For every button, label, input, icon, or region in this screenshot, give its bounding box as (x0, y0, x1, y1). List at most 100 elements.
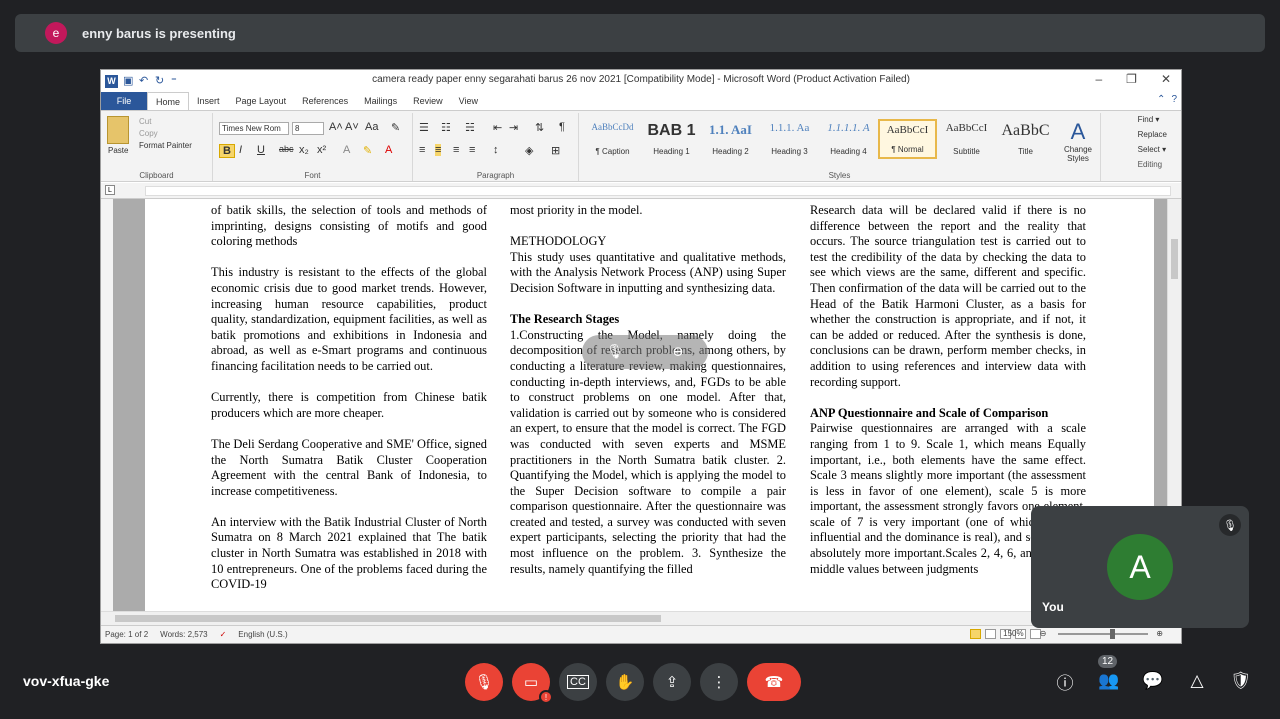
align-left-icon[interactable]: ≡ (419, 144, 425, 156)
minimize-ribbon-icon[interactable]: ⌃ (1157, 94, 1165, 105)
show-formatting-icon[interactable]: ¶ (559, 121, 565, 133)
raise-hand-button[interactable]: ✋ (606, 663, 644, 701)
sort-icon[interactable]: ⇅ (535, 121, 544, 134)
tab-view[interactable]: View (451, 92, 486, 110)
page-count[interactable]: Page: 1 of 2 (105, 630, 148, 639)
status-bar: Page: 1 of 2 Words: 2,573 ✓ English (U.S… (101, 625, 1181, 643)
paste-button[interactable]: Paste (108, 146, 128, 155)
highlight-icon[interactable]: ✎ (363, 144, 372, 157)
bold-button[interactable]: B (219, 144, 235, 158)
line-spacing-icon[interactable]: ↕ (493, 144, 499, 156)
close-button[interactable]: ✕ (1161, 72, 1171, 86)
redo-icon[interactable]: ↻ (155, 75, 166, 87)
style-caption[interactable]: AaBbCcDd ¶ Caption (583, 119, 642, 159)
cut-button[interactable]: Cut (139, 117, 192, 126)
zoom-level[interactable]: 150% (1003, 629, 1023, 638)
horizontal-scrollbar[interactable] (101, 611, 1181, 625)
align-center-icon[interactable]: ≡ (435, 144, 442, 156)
font-name-select[interactable]: Times New Rom (219, 122, 289, 135)
style-title[interactable]: AaBbC Title (996, 119, 1055, 159)
tab-review[interactable]: Review (405, 92, 451, 110)
tab-insert[interactable]: Insert (189, 92, 228, 110)
zoom-in-button[interactable]: ⊕ (1156, 629, 1163, 638)
style-heading-1[interactable]: BAB 1 Heading 1 (642, 119, 701, 159)
clear-format-icon[interactable]: ✎ (391, 121, 400, 134)
style-heading-4[interactable]: 1.1.1.1. A Heading 4 (819, 119, 878, 159)
help-icon[interactable]: ? (1171, 94, 1177, 105)
captions-button[interactable]: CC (559, 663, 597, 701)
style-subtitle[interactable]: AaBbCcI Subtitle (937, 119, 996, 159)
text-effects-icon[interactable]: A (343, 144, 350, 156)
select-button[interactable]: Select ▾ (1138, 145, 1167, 154)
save-icon[interactable]: ▣ (123, 75, 134, 87)
camera-toggle-button[interactable]: ▭! (512, 663, 553, 704)
style-name: Heading 1 (653, 147, 690, 156)
subscript-button[interactable]: x₂ (299, 144, 309, 156)
font-color-icon[interactable]: A (385, 144, 392, 156)
style-heading-3[interactable]: 1.1.1. Aa Heading 3 (760, 119, 819, 159)
numbering-icon[interactable]: ☷ (441, 121, 451, 134)
font-size-select[interactable]: 8 (292, 122, 324, 135)
zoom-out-icon[interactable]: ⊖ (672, 344, 684, 361)
borders-icon[interactable]: ⊞ (551, 144, 560, 157)
tab-references[interactable]: References (294, 92, 356, 110)
align-right-icon[interactable]: ≡ (453, 144, 459, 156)
zoom-slider[interactable] (1058, 628, 1149, 639)
zoom-slider-knob[interactable] (1110, 628, 1116, 639)
proofing-icon[interactable]: ✓ (220, 630, 227, 639)
strikethrough-button[interactable]: abc (279, 144, 294, 154)
tab-home[interactable]: Home (147, 92, 190, 110)
scroll-thumb[interactable] (1171, 239, 1178, 279)
customize-qat-icon[interactable]: ⁼ (171, 75, 182, 87)
language[interactable]: English (U.S.) (238, 630, 287, 639)
tab-selector-icon[interactable]: L (105, 185, 115, 195)
bullets-icon[interactable]: ☰ (419, 121, 429, 134)
zoom-out-button[interactable]: ⊖ (1040, 629, 1047, 638)
minimize-button[interactable]: – (1095, 72, 1102, 86)
style-heading-2[interactable]: 1.1. AaI Heading 2 (701, 119, 760, 159)
word-count[interactable]: Words: 2,573 (160, 630, 207, 639)
editing-group: Find ▾ Replace Select ▾ Editing (1138, 115, 1167, 169)
meeting-details-button[interactable]: ⓘ (1054, 669, 1076, 693)
increase-indent-icon[interactable]: ⇥ (509, 121, 518, 134)
document-area[interactable]: of batik skills, the selection of tools … (101, 199, 1169, 611)
document-page[interactable]: of batik skills, the selection of tools … (145, 199, 1154, 611)
justify-icon[interactable]: ≡ (469, 144, 475, 156)
tab-file[interactable]: File (101, 92, 147, 110)
restore-button[interactable]: ❐ (1126, 72, 1137, 86)
superscript-button[interactable]: x² (317, 144, 326, 156)
shading-icon[interactable]: ◈ (525, 144, 533, 157)
decrease-indent-icon[interactable]: ⇤ (493, 121, 502, 134)
italic-button[interactable]: I (239, 144, 242, 156)
change-case-icon[interactable]: Aa (365, 121, 378, 133)
chat-button[interactable]: 💬 (1142, 669, 1164, 693)
tab-page-layout[interactable]: Page Layout (228, 92, 295, 110)
activities-button[interactable]: △ (1186, 669, 1208, 693)
grow-font-icon[interactable]: A˄ (329, 121, 343, 133)
more-options-button[interactable]: ⋮ (700, 663, 738, 701)
multilevel-list-icon[interactable]: ☵ (465, 121, 475, 134)
print-layout-icon[interactable] (970, 629, 981, 639)
find-button[interactable]: Find ▾ (1138, 115, 1167, 124)
mic-toggle-button[interactable]: 🎙 (465, 663, 503, 701)
shrink-font-icon[interactable]: A˅ (345, 121, 359, 133)
host-controls-button[interactable]: 🛡 (1230, 669, 1252, 693)
copy-button[interactable]: Copy (139, 129, 192, 138)
replace-button[interactable]: Replace (1138, 130, 1167, 139)
people-button[interactable]: 12 👥 (1098, 655, 1120, 693)
style-normal[interactable]: AaBbCcI ¶ Normal (878, 119, 937, 159)
undo-icon[interactable]: ↶ (139, 75, 150, 87)
leave-call-button[interactable]: ☎ (747, 663, 801, 701)
change-styles-button[interactable]: A Change Styles (1060, 119, 1096, 163)
full-screen-reading-icon[interactable] (985, 629, 996, 639)
self-video-tile[interactable]: 🎙 A You (1031, 506, 1249, 628)
present-button[interactable]: ⇪ (653, 663, 691, 701)
underline-button[interactable]: U (257, 144, 265, 156)
horizontal-ruler[interactable]: L (101, 183, 1181, 199)
paste-icon[interactable] (107, 116, 129, 144)
format-painter-button[interactable]: Format Painter (139, 141, 192, 150)
mic-off-icon[interactable]: 🎙 (606, 344, 624, 361)
scroll-thumb[interactable] (115, 615, 661, 622)
activities-icon: △ (1190, 671, 1204, 690)
tab-mailings[interactable]: Mailings (356, 92, 405, 110)
